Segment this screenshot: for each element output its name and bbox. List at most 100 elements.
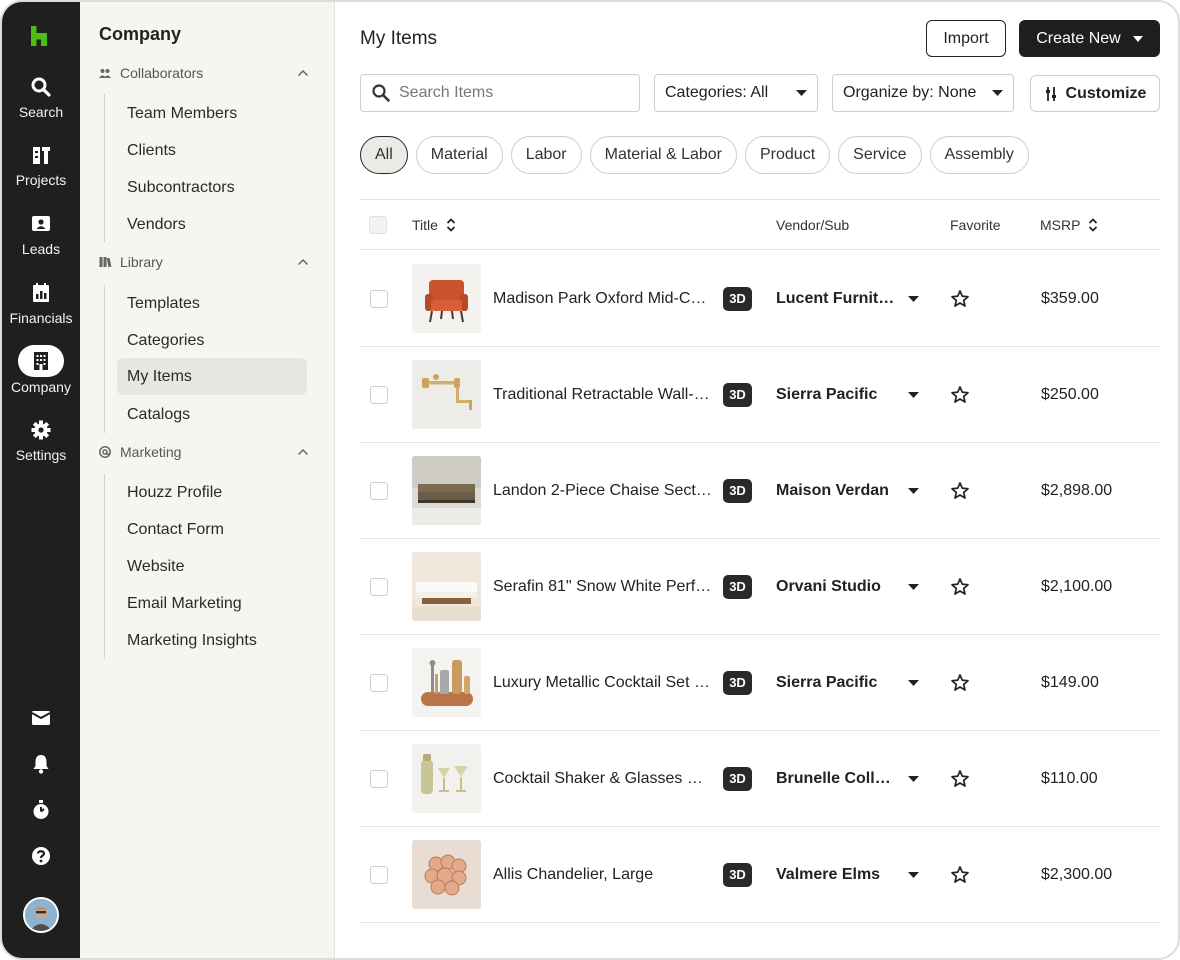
badge-3d[interactable]: 3D (723, 766, 752, 791)
sidebar-item-team-members[interactable]: Team Members (117, 95, 307, 132)
chip-labor[interactable]: Labor (510, 136, 582, 174)
caret-down-icon[interactable] (908, 679, 919, 686)
row-checkbox[interactable] (370, 481, 388, 500)
item-title[interactable]: Luxury Metallic Cocktail Set with Stand (493, 674, 715, 692)
star-icon[interactable] (950, 289, 970, 309)
sidebar-item-contact-form[interactable]: Contact Form (117, 511, 307, 548)
badge-3d[interactable]: 3D (723, 574, 752, 599)
caret-down-icon[interactable] (908, 295, 919, 302)
item-thumbnail[interactable] (412, 840, 481, 909)
sidebar-group-library[interactable]: Library (98, 254, 310, 270)
caret-down-icon[interactable] (908, 583, 919, 590)
item-title[interactable]: Serafin 81" Snow White Performance Sofa (493, 578, 715, 596)
chip-material-labor[interactable]: Material & Labor (589, 136, 737, 174)
sidebar-item-clients[interactable]: Clients (117, 132, 307, 169)
categories-dropdown[interactable]: Categories: All (654, 74, 818, 112)
row-checkbox[interactable] (370, 385, 388, 404)
chip-material[interactable]: Material (415, 136, 503, 174)
sidebar-item-categories[interactable]: Categories (117, 322, 307, 359)
sidebar-item-vendors[interactable]: Vendors (117, 206, 307, 243)
row-checkbox[interactable] (370, 865, 388, 884)
star-icon[interactable] (950, 865, 970, 885)
sidebar-item-my-items[interactable]: My Items (117, 358, 307, 395)
header-msrp[interactable]: MSRP (1040, 200, 1098, 250)
caret-down-icon[interactable] (908, 487, 919, 494)
sort-icon[interactable] (446, 217, 456, 233)
star-icon[interactable] (950, 769, 970, 789)
item-thumbnail[interactable] (412, 264, 481, 333)
sidebar-item-email-marketing[interactable]: Email Marketing (117, 585, 307, 622)
table-row[interactable]: Serafin 81" Snow White Performance Sofa … (360, 539, 1160, 635)
table-row[interactable]: Madison Park Oxford Mid-Century Accent C… (360, 251, 1160, 347)
sort-icon[interactable] (1088, 217, 1098, 233)
item-thumbnail[interactable] (412, 744, 481, 813)
row-checkbox[interactable] (370, 673, 388, 692)
customize-button[interactable]: Customize (1030, 75, 1160, 112)
rail-financials[interactable]: Financials (2, 282, 80, 326)
row-checkbox[interactable] (370, 577, 388, 596)
chevron-up-icon[interactable] (296, 255, 310, 269)
sidebar-item-marketing-insights[interactable]: Marketing Insights (117, 622, 307, 659)
rail-company[interactable]: Company (2, 345, 80, 395)
user-avatar[interactable] (23, 897, 59, 933)
rail-help[interactable] (2, 845, 80, 872)
import-button[interactable]: Import (926, 20, 1006, 57)
badge-3d[interactable]: 3D (723, 382, 752, 407)
badge-3d[interactable]: 3D (723, 862, 752, 887)
table-row[interactable]: Allis Chandelier, Large 3D Valmere Elms … (360, 827, 1160, 923)
table-row[interactable]: Landon 2-Piece Chaise Sectional 3D Maiso… (360, 443, 1160, 539)
sidebar-item-subcontractors[interactable]: Subcontractors (117, 169, 307, 206)
houzz-logo[interactable] (28, 24, 50, 48)
badge-3d[interactable]: 3D (723, 670, 752, 695)
sidebar-group-marketing[interactable]: Marketing (98, 444, 310, 460)
search-input[interactable] (399, 84, 629, 102)
sidebar-item-templates[interactable]: Templates (117, 285, 307, 322)
rail-projects[interactable]: Projects (2, 144, 80, 188)
sidebar-item-houzz-profile[interactable]: Houzz Profile (117, 474, 307, 511)
item-title[interactable]: Cocktail Shaker & Glasses Gift Set (493, 770, 715, 788)
item-title[interactable]: Madison Park Oxford Mid-Century Accent C… (493, 290, 715, 308)
item-title[interactable]: Traditional Retractable Wall-Mount Pot F… (493, 386, 715, 404)
rail-inbox[interactable] (2, 707, 80, 734)
table-row[interactable]: Luxury Metallic Cocktail Set with Stand … (360, 635, 1160, 731)
chip-service[interactable]: Service (838, 136, 922, 174)
chevron-up-icon[interactable] (296, 445, 310, 459)
caret-down-icon[interactable] (908, 775, 919, 782)
item-thumbnail[interactable] (412, 552, 481, 621)
table-row[interactable]: Traditional Retractable Wall-Mount Pot F… (360, 347, 1160, 443)
item-title[interactable]: Allis Chandelier, Large (493, 866, 715, 884)
rail-timer[interactable] (2, 799, 80, 826)
rail-settings[interactable]: Settings (2, 419, 80, 463)
star-icon[interactable] (950, 673, 970, 693)
header-title[interactable]: Title (412, 200, 456, 250)
row-checkbox[interactable] (370, 769, 388, 788)
star-icon[interactable] (950, 577, 970, 597)
badge-3d[interactable]: 3D (723, 286, 752, 311)
rail-notifications[interactable] (2, 753, 80, 780)
search-box[interactable] (360, 74, 640, 112)
item-thumbnail[interactable] (412, 360, 481, 429)
item-thumbnail[interactable] (412, 648, 481, 717)
rail-search[interactable]: Search (2, 76, 80, 120)
badge-3d[interactable]: 3D (723, 478, 752, 503)
chip-assembly[interactable]: Assembly (929, 136, 1029, 174)
row-checkbox[interactable] (370, 289, 388, 308)
chip-all[interactable]: All (360, 136, 408, 174)
sidebar-item-catalogs[interactable]: Catalogs (117, 396, 307, 433)
star-icon[interactable] (950, 385, 970, 405)
star-icon[interactable] (950, 481, 970, 501)
table-row[interactable]: Cocktail Shaker & Glasses Gift Set 3D Br… (360, 731, 1160, 827)
item-msrp: $110.00 (1041, 769, 1098, 787)
chip-product[interactable]: Product (745, 136, 831, 174)
chevron-up-icon[interactable] (296, 66, 310, 80)
item-title[interactable]: Landon 2-Piece Chaise Sectional (493, 482, 715, 500)
caret-down-icon[interactable] (908, 871, 919, 878)
sidebar-group-collaborators[interactable]: Collaborators (98, 65, 310, 81)
caret-down-icon[interactable] (908, 391, 919, 398)
create-new-button[interactable]: Create New (1019, 20, 1160, 57)
item-thumbnail[interactable] (412, 456, 481, 525)
rail-leads[interactable]: Leads (2, 213, 80, 257)
organize-by-dropdown[interactable]: Organize by: None (832, 74, 1014, 112)
select-all-checkbox[interactable] (369, 216, 387, 234)
sidebar-item-website[interactable]: Website (117, 548, 307, 585)
